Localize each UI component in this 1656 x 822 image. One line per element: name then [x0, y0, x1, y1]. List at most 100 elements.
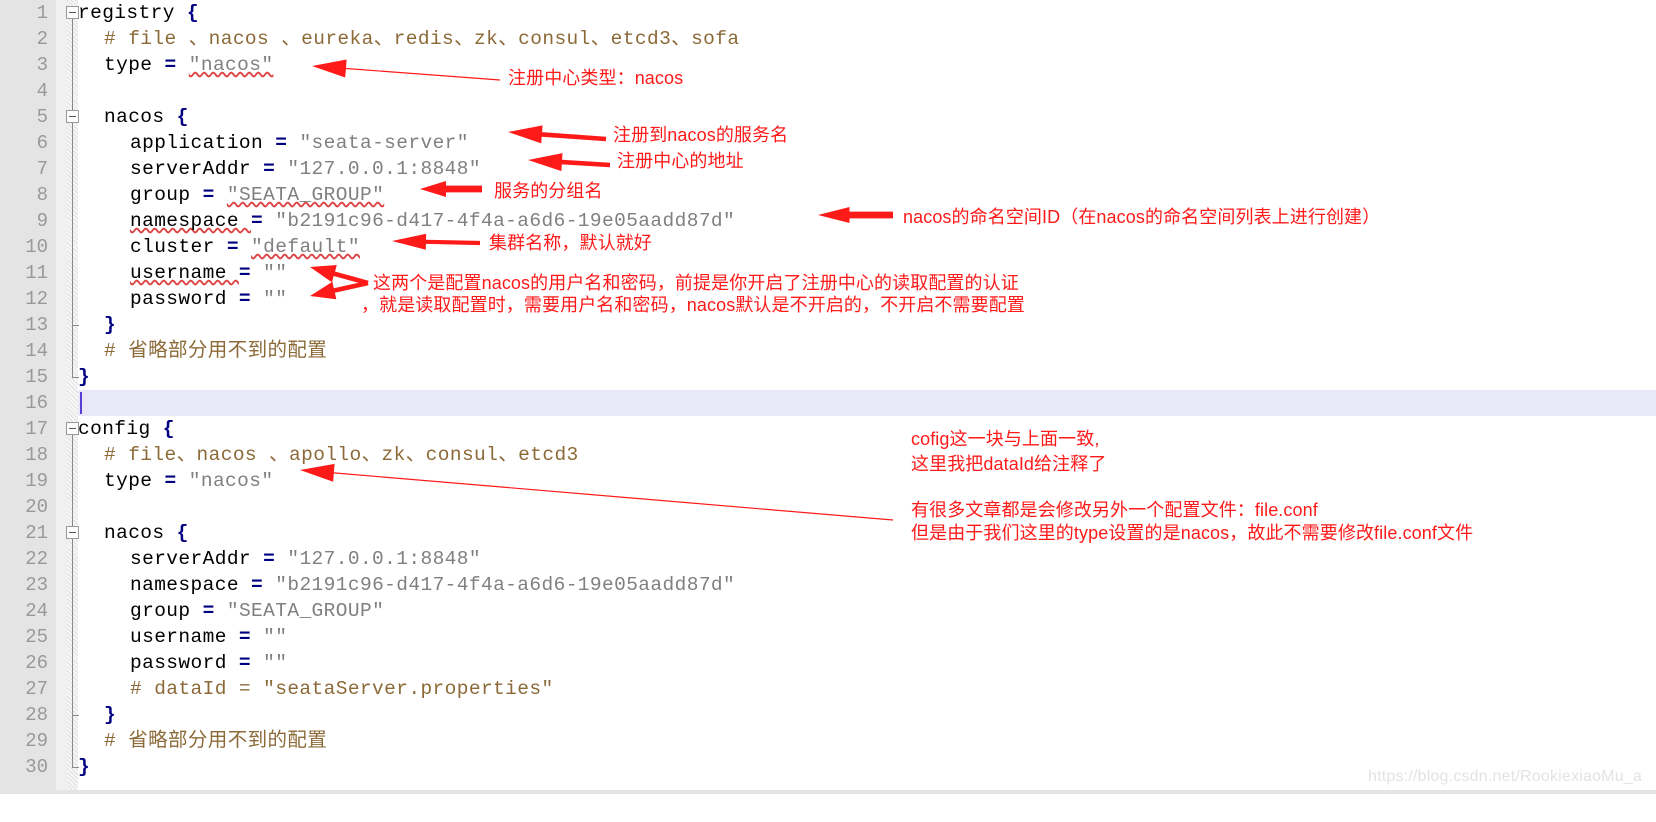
code-token: type	[104, 54, 165, 76]
line-number: 6	[36, 132, 48, 154]
line-number: 16	[25, 392, 48, 414]
code-line[interactable]: 20	[0, 494, 1656, 520]
code-token: application	[130, 132, 276, 154]
code-line-text: nacos {	[104, 104, 189, 130]
fold-guide-line	[72, 435, 73, 767]
code-line-text: namespace = "b2191c96-d417-4f4a-a6d6-19e…	[130, 208, 735, 234]
code-line[interactable]: 2 # file 、nacos 、eureka、redis、zk、consul、e…	[0, 26, 1656, 52]
code-line[interactable]: 28}	[0, 702, 1656, 728]
line-number: 2	[36, 28, 48, 50]
line-number: 26	[25, 652, 48, 674]
line-number: 11	[25, 262, 48, 284]
code-token: =	[263, 548, 276, 570]
code-line[interactable]: 15}	[0, 364, 1656, 390]
line-number: 30	[25, 756, 48, 778]
fold-collapse-icon[interactable]	[66, 110, 79, 123]
code-line-text: }	[104, 312, 116, 338]
code-token: "SEATA_GROUP"	[226, 184, 385, 206]
code-token: "SEATA_GROUP"	[226, 600, 385, 622]
code-line-text: password = ""	[130, 286, 287, 312]
line-number: 29	[25, 730, 48, 752]
code-line-text: cluster = "default"	[130, 234, 360, 260]
code-editor-screenshot: 1 registry {2 # file 、nacos 、eureka、redis、…	[0, 0, 1656, 822]
code-line[interactable]: 11 username = ""	[0, 260, 1656, 286]
code-token: }	[104, 704, 117, 726]
code-line[interactable]: 26 password = ""	[0, 650, 1656, 676]
code-line[interactable]: 18 # file、nacos 、apollo、zk、consul、etcd3	[0, 442, 1656, 468]
current-line-highlight	[78, 390, 1656, 416]
code-line[interactable]: 9 namespace = "b2191c96-d417-4f4a-a6d6-19…	[0, 208, 1656, 234]
code-line-text: group = "SEATA_GROUP"	[130, 598, 384, 624]
fold-collapse-icon[interactable]	[66, 422, 79, 435]
line-number: 15	[25, 366, 48, 388]
code-line[interactable]: 5 nacos {	[0, 104, 1656, 130]
code-line[interactable]: 29 # 省略部分用不到的配置	[0, 728, 1656, 754]
code-line[interactable]: 17 config {	[0, 416, 1656, 442]
fold-collapse-icon[interactable]	[66, 526, 79, 539]
code-token: "default"	[251, 236, 360, 258]
code-line-text: nacos {	[104, 520, 189, 546]
code-line[interactable]: 3 type = "nacos"	[0, 52, 1656, 78]
code-line[interactable]: 25 username = ""	[0, 624, 1656, 650]
line-number: 17	[25, 418, 48, 440]
code-token: "nacos"	[188, 54, 274, 76]
code-line[interactable]: 12 password = ""	[0, 286, 1656, 312]
line-number: 24	[25, 600, 48, 622]
code-line[interactable]: 10 cluster = "default"	[0, 234, 1656, 260]
code-token: {	[176, 106, 189, 128]
fold-end-marker	[72, 325, 79, 326]
code-token: =	[202, 184, 215, 206]
line-number: 7	[36, 158, 48, 180]
code-token: registry	[78, 2, 187, 24]
code-line[interactable]: 24 group = "SEATA_GROUP"	[0, 598, 1656, 624]
code-token: namespace	[130, 210, 252, 232]
code-line-text: }	[104, 702, 116, 728]
code-line-text: serverAddr = "127.0.0.1:8848"	[130, 156, 481, 182]
code-line[interactable]: 19 type = "nacos"	[0, 468, 1656, 494]
code-line-text: config {	[78, 416, 175, 442]
code-token: }	[78, 366, 91, 388]
code-token: =	[238, 288, 252, 310]
code-line[interactable]: 14 # 省略部分用不到的配置	[0, 338, 1656, 364]
code-token: =	[251, 210, 264, 232]
code-token: {	[176, 522, 189, 544]
code-content[interactable]: 1 registry {2 # file 、nacos 、eureka、redis、…	[0, 0, 1656, 790]
code-line[interactable]: 21 nacos {	[0, 520, 1656, 546]
code-line[interactable]: 22 serverAddr = "127.0.0.1:8848"	[0, 546, 1656, 572]
code-token: ""	[263, 262, 288, 284]
code-token: serverAddr	[130, 158, 264, 180]
line-number: 20	[25, 496, 48, 518]
code-token: group	[130, 600, 203, 622]
watermark-url: https://blog.csdn.net/RookiexiaoMu_a	[1367, 768, 1642, 785]
fold-guide-line	[72, 19, 73, 377]
code-line[interactable]: 27 # dataId = "seataServer.properties"	[0, 676, 1656, 702]
code-token: =	[238, 652, 252, 674]
code-token: =	[164, 54, 177, 76]
code-line[interactable]: 8 group = "SEATA_GROUP"	[0, 182, 1656, 208]
line-number: 8	[36, 184, 48, 206]
fold-collapse-icon[interactable]	[66, 6, 79, 19]
code-token: "nacos"	[188, 470, 274, 492]
code-line[interactable]: 6 application = "seata-server"	[0, 130, 1656, 156]
code-line[interactable]: 7 serverAddr = "127.0.0.1:8848"	[0, 156, 1656, 182]
code-token: "seata-server"	[299, 132, 469, 154]
code-line[interactable]: 13}	[0, 312, 1656, 338]
code-line-text: }	[78, 754, 90, 780]
code-line[interactable]: 1 registry {	[0, 0, 1656, 26]
line-number: 23	[25, 574, 48, 596]
code-token: # 省略部分用不到的配置	[104, 730, 328, 752]
code-line-text: password = ""	[130, 650, 287, 676]
code-line[interactable]: 16	[0, 390, 1656, 416]
line-number: 28	[25, 704, 48, 726]
code-token: ""	[263, 652, 288, 674]
editor-footer	[0, 794, 1656, 822]
code-line[interactable]: 23 namespace = "b2191c96-d417-4f4a-a6d6-1…	[0, 572, 1656, 598]
code-line[interactable]: 4	[0, 78, 1656, 104]
